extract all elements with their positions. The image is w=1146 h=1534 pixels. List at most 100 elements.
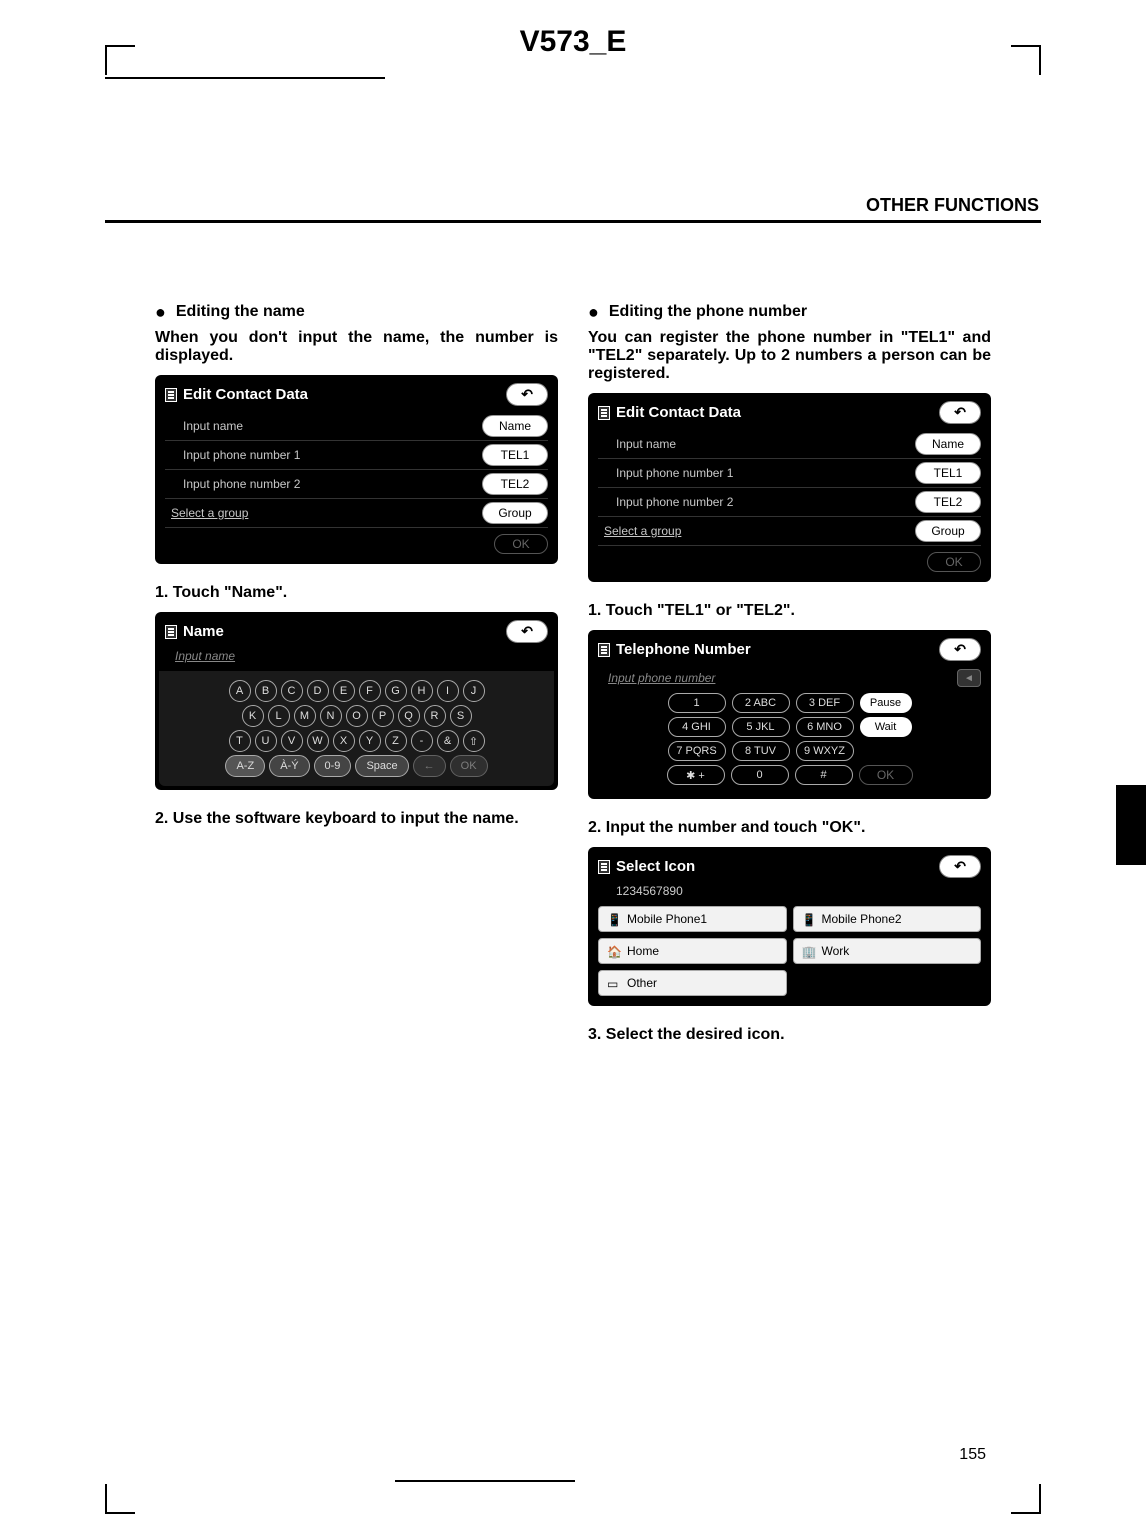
key-g[interactable]: G [385, 680, 407, 702]
crop-mark-bottom-left [105, 1484, 135, 1514]
key-n[interactable]: N [320, 705, 342, 727]
key-q[interactable]: Q [398, 705, 420, 727]
input-hint: Input phone number [608, 671, 715, 685]
key-r[interactable]: R [424, 705, 446, 727]
screen-title: Telephone Number [616, 641, 751, 658]
key-x[interactable]: X [333, 730, 355, 752]
key-l[interactable]: L [268, 705, 290, 727]
key-u[interactable]: U [255, 730, 277, 752]
crop-mark-top-left [105, 45, 135, 75]
keypad-7[interactable]: 7 PQRS [668, 741, 726, 761]
row-label: Input phone number 1 [598, 466, 733, 480]
keypad-9[interactable]: 9 WXYZ [796, 741, 854, 761]
pause-button[interactable]: Pause [860, 693, 912, 713]
backspace-button[interactable]: ◄ [957, 669, 981, 687]
page-icon [165, 388, 177, 402]
key-m[interactable]: M [294, 705, 316, 727]
key-backspace[interactable]: ← [413, 755, 446, 777]
key-e[interactable]: E [333, 680, 355, 702]
key-amp[interactable]: & [437, 730, 459, 752]
keypad-8[interactable]: 8 TUV [732, 741, 790, 761]
input-hint: Input name [175, 649, 548, 663]
key-y[interactable]: Y [359, 730, 381, 752]
key-a[interactable]: A [229, 680, 251, 702]
page-number: 155 [959, 1446, 986, 1464]
back-button[interactable]: ↶ [506, 620, 548, 643]
key-mode-az[interactable]: A-Z [225, 755, 265, 777]
keypad-6[interactable]: 6 MNO [796, 717, 854, 737]
icon-mobile-phone-1[interactable]: 📱Mobile Phone1 [598, 906, 787, 932]
tel1-button[interactable]: TEL1 [915, 462, 981, 484]
mobile-icon: 📱 [607, 913, 621, 925]
card-icon: ▭ [607, 977, 621, 989]
row-label: Input phone number 2 [598, 495, 733, 509]
bullet-icon: ● [155, 303, 166, 321]
key-i[interactable]: I [437, 680, 459, 702]
keypad-4[interactable]: 4 GHI [668, 717, 726, 737]
row-label: Select a group [165, 506, 248, 520]
key-b[interactable]: B [255, 680, 277, 702]
key-f[interactable]: F [359, 680, 381, 702]
name-button[interactable]: Name [482, 415, 548, 437]
home-icon: 🏠 [607, 945, 621, 957]
key-c[interactable]: C [281, 680, 303, 702]
crop-mark-top-right [1011, 45, 1041, 75]
key-o[interactable]: O [346, 705, 368, 727]
key-dash[interactable]: - [411, 730, 433, 752]
telephone-number-screen: Telephone Number ↶ Input phone number ◄ … [588, 630, 991, 799]
right-bullet-title: Editing the phone number [609, 303, 807, 321]
keypad-1[interactable]: 1 [668, 693, 726, 713]
ok-button-disabled: OK [927, 552, 981, 572]
entered-number: 1234567890 [598, 884, 981, 898]
back-button[interactable]: ↶ [939, 401, 981, 424]
back-button[interactable]: ↶ [506, 383, 548, 406]
key-z[interactable]: Z [385, 730, 407, 752]
mobile-icon: 📱 [802, 913, 816, 925]
group-button[interactable]: Group [482, 502, 548, 524]
key-s[interactable]: S [450, 705, 472, 727]
key-k[interactable]: K [242, 705, 264, 727]
tel2-button[interactable]: TEL2 [482, 473, 548, 495]
icon-other[interactable]: ▭Other [598, 970, 787, 996]
key-v[interactable]: V [281, 730, 303, 752]
group-button[interactable]: Group [915, 520, 981, 542]
row-label: Input phone number 1 [165, 448, 300, 462]
keypad-star[interactable]: ✱ + [667, 765, 725, 785]
key-h[interactable]: H [411, 680, 433, 702]
icon-work[interactable]: 🏢Work [793, 938, 982, 964]
edit-contact-data-screen: Edit Contact Data ↶ Input name Name Inpu… [588, 393, 991, 582]
tel2-button[interactable]: TEL2 [915, 491, 981, 513]
screen-title: Select Icon [616, 858, 695, 875]
back-button[interactable]: ↶ [939, 638, 981, 661]
key-d[interactable]: D [307, 680, 329, 702]
left-intro: When you don't input the name, the numbe… [155, 329, 558, 365]
right-column: ● Editing the phone number You can regis… [588, 303, 991, 1054]
left-bullet-title: Editing the name [176, 303, 305, 321]
page-icon [598, 643, 610, 657]
key-p[interactable]: P [372, 705, 394, 727]
key-ok[interactable]: OK [450, 755, 488, 777]
keypad-2[interactable]: 2 ABC [732, 693, 790, 713]
key-mode-09[interactable]: 0-9 [314, 755, 352, 777]
tel1-button[interactable]: TEL1 [482, 444, 548, 466]
wait-button[interactable]: Wait [860, 717, 912, 737]
keypad-5[interactable]: 5 JKL [732, 717, 790, 737]
name-button[interactable]: Name [915, 433, 981, 455]
icon-mobile-phone-2[interactable]: 📱Mobile Phone2 [793, 906, 982, 932]
key-t[interactable]: T [229, 730, 251, 752]
key-mode-ay[interactable]: À-Ý [269, 755, 309, 777]
left-column: ● Editing the name When you don't input … [155, 303, 558, 1054]
keypad-3[interactable]: 3 DEF [796, 693, 854, 713]
key-j[interactable]: J [463, 680, 485, 702]
key-shift[interactable]: ⇧ [463, 730, 485, 752]
keypad-hash[interactable]: # [795, 765, 853, 785]
icon-home[interactable]: 🏠Home [598, 938, 787, 964]
right-step-3: 3. Select the desired icon. [588, 1026, 991, 1044]
key-w[interactable]: W [307, 730, 329, 752]
key-space[interactable]: Space [355, 755, 408, 777]
row-label: Input name [598, 437, 676, 451]
right-step-1: 1. Touch "TEL1" or "TEL2". [588, 602, 991, 620]
right-intro: You can register the phone number in "TE… [588, 329, 991, 383]
back-button[interactable]: ↶ [939, 855, 981, 878]
keypad-0[interactable]: 0 [731, 765, 789, 785]
